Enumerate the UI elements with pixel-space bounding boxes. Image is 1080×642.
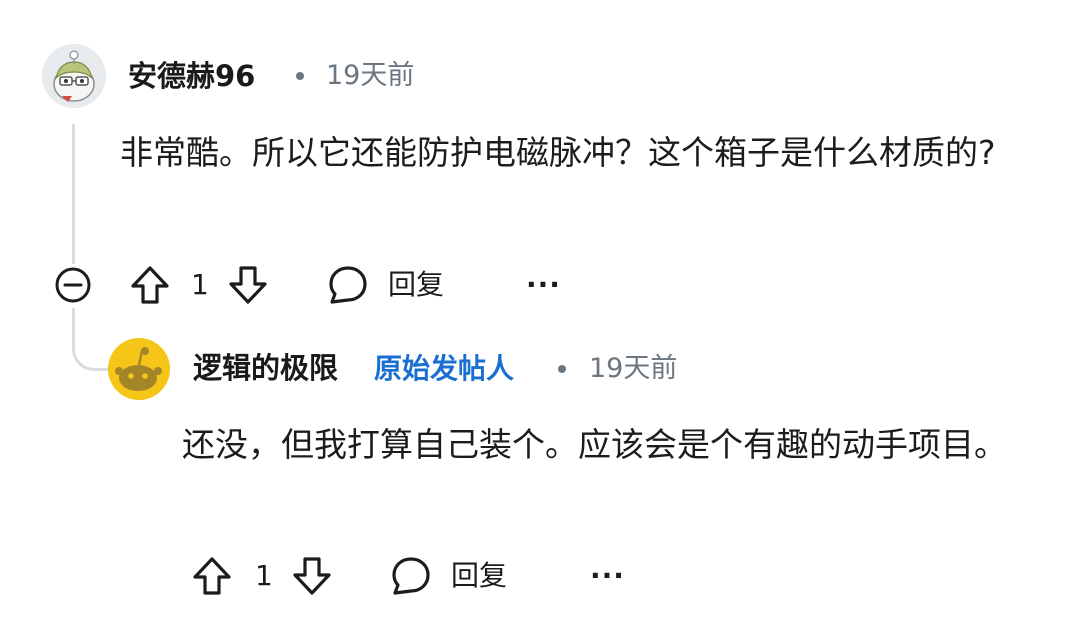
downvote-arrow-icon	[293, 557, 331, 595]
comment-downvote-button[interactable]	[226, 263, 270, 307]
meta-separator-dot	[558, 365, 566, 373]
meta-separator-dot	[296, 72, 304, 80]
comment-upvote-button[interactable]	[128, 263, 172, 307]
downvote-arrow-icon	[229, 266, 267, 304]
op-avatar[interactable]	[108, 338, 170, 400]
collapse-thread-button[interactable]	[53, 265, 93, 305]
upvote-arrow-icon	[131, 266, 169, 304]
thread-line-main	[72, 124, 75, 264]
reply-downvote-button[interactable]	[290, 554, 334, 598]
collapse-minus-icon	[55, 267, 91, 303]
reply-author[interactable]: 逻辑的极限	[193, 354, 338, 383]
comment-author[interactable]: 安德赫96	[128, 62, 255, 91]
reply-body: 还没，但我打算自己装个。应该会是个有趣的动手项目。	[182, 425, 1007, 464]
op-badge: 原始发帖人	[374, 352, 515, 385]
reply-more-button[interactable]: ···	[590, 562, 625, 590]
commenter-avatar[interactable]	[42, 44, 106, 108]
comment-body: 非常酷。所以它还能防护电磁脉冲？这个箱子是什么材质的?	[120, 133, 996, 172]
snoo-avatar-icon	[42, 44, 106, 108]
reply-label: 回复	[388, 268, 445, 301]
reply-reply-button[interactable]: 回复	[389, 553, 519, 599]
comment-bubble-icon	[392, 557, 430, 595]
comment-vote-count: 1	[191, 268, 209, 301]
reply-vote-count: 1	[255, 559, 273, 592]
thread-line-reply-connector	[72, 330, 111, 371]
comment-bubble-icon	[329, 266, 367, 304]
reply-timestamp: 19天前	[589, 353, 678, 384]
upvote-arrow-icon	[193, 557, 231, 595]
reply-upvote-button[interactable]	[190, 554, 234, 598]
reply-label: 回复	[451, 559, 508, 592]
comment-reply-button[interactable]: 回复	[326, 262, 456, 308]
comment-more-button[interactable]: ···	[526, 271, 561, 299]
snoo-avatar-icon	[108, 338, 170, 400]
comment-timestamp: 19天前	[326, 60, 415, 91]
